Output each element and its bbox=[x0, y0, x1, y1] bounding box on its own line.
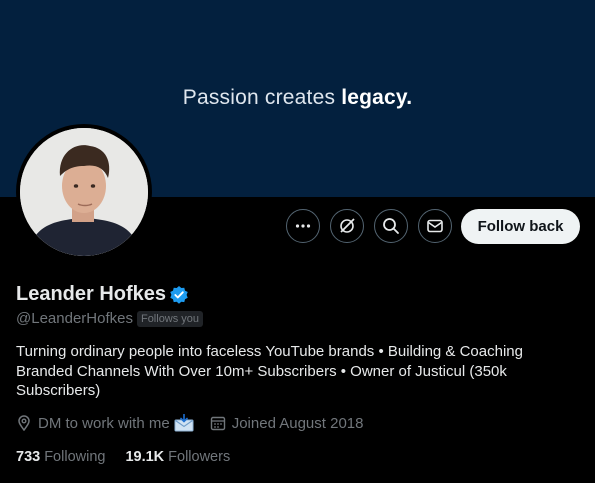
following-label: Following bbox=[44, 449, 106, 465]
followers-link[interactable]: 19.1K Followers bbox=[125, 449, 230, 465]
grok-button[interactable] bbox=[330, 209, 364, 243]
joined-item: Joined August 2018 bbox=[210, 414, 364, 432]
message-button[interactable] bbox=[418, 209, 452, 243]
profile-meta: DM to work with me Joined August 2018 bbox=[16, 414, 363, 432]
more-icon bbox=[295, 224, 311, 228]
following-link[interactable]: 733 Following bbox=[16, 449, 105, 465]
profile-handle: @LeanderHofkes bbox=[16, 310, 133, 327]
search-icon bbox=[383, 218, 399, 234]
location-pin-icon bbox=[18, 415, 30, 431]
more-button[interactable] bbox=[286, 209, 320, 243]
profile-bio: Turning ordinary people into faceless Yo… bbox=[16, 343, 523, 399]
location-text: DM to work with me bbox=[38, 414, 170, 432]
joined-text: Joined August 2018 bbox=[231, 414, 364, 432]
verified-badge-icon[interactable] bbox=[169, 285, 189, 305]
banner-slogan: Passion creates legacy. bbox=[182, 86, 413, 109]
avatar-photo bbox=[20, 128, 148, 256]
follow-stats: 733 Following 19.1K Followers bbox=[16, 449, 230, 465]
following-count: 733 bbox=[16, 449, 41, 465]
search-button[interactable] bbox=[374, 209, 408, 243]
follow-back-button[interactable]: Follow back bbox=[461, 209, 580, 244]
followers-count: 19.1K bbox=[125, 449, 165, 465]
calendar-icon bbox=[210, 416, 225, 431]
avatar[interactable] bbox=[16, 124, 152, 260]
grok-icon bbox=[340, 218, 355, 233]
profile-name-row: Leander Hofkes bbox=[16, 283, 189, 306]
incoming-envelope-icon bbox=[174, 414, 194, 432]
followers-label: Followers bbox=[168, 449, 231, 465]
follows-you-badge: Follows you bbox=[136, 310, 204, 327]
profile-name: Leander Hofkes bbox=[16, 283, 167, 305]
handle-row: @LeanderHofkes Follows you bbox=[16, 310, 204, 327]
envelope-icon bbox=[427, 219, 443, 233]
location-item: DM to work with me bbox=[16, 414, 194, 432]
